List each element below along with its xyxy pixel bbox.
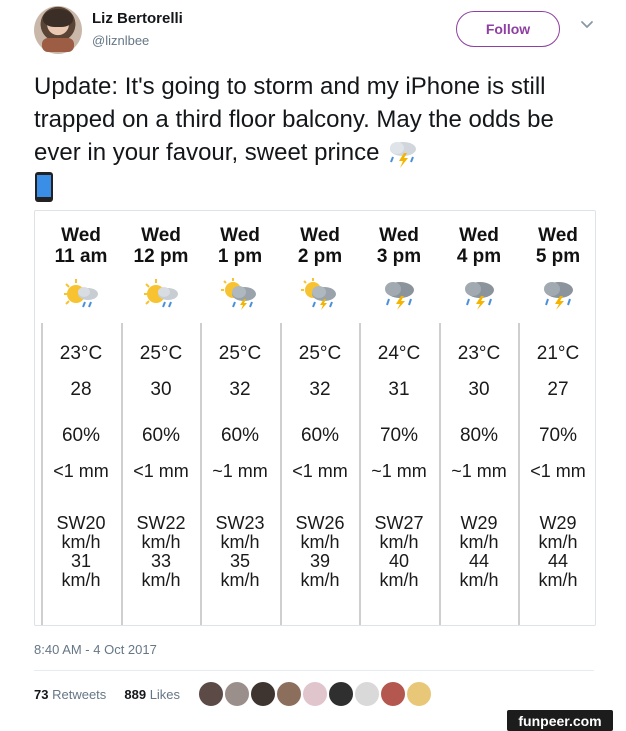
sun-storm-icon <box>300 277 340 311</box>
user-handle[interactable]: @liznlbee <box>92 33 149 48</box>
feels-like: 32 <box>309 379 331 400</box>
divider <box>34 670 594 671</box>
forecast-time: Wed 4 pm <box>456 225 502 267</box>
wind: SW23 km/h 35 km/h <box>215 513 265 590</box>
rain-amount: <1 mm <box>133 461 189 481</box>
forecast-column: Wed 3 pm 24°C 31 70% ~1 mm SW27 km/h 40 km/h <box>359 211 439 625</box>
wind: SW27 km/h 40 km/h <box>374 513 424 590</box>
rain-amount: <1 mm <box>53 461 109 481</box>
forecast-time: Wed 2 pm <box>297 225 343 267</box>
feels-like: 30 <box>468 379 490 400</box>
tweet-timestamp[interactable]: 8:40 AM - 4 Oct 2017 <box>34 642 157 657</box>
mobile-phone-icon <box>35 171 53 202</box>
precipitation-chance: 80% <box>459 425 499 446</box>
sun-storm-icon <box>220 277 260 311</box>
liker-avatar[interactable] <box>380 681 406 707</box>
forecast-column: Wed 11 am 23°C 28 60% <1 mm SW20 km/h 31 km/h <box>41 211 121 625</box>
tweet-stats: 73 Retweets 889 Likes <box>34 687 180 702</box>
cloud-lightning-rain-icon <box>390 141 417 168</box>
sun-rain-icon <box>61 277 101 311</box>
likes-count[interactable]: 889 <box>124 687 146 702</box>
temperature: 25°C <box>139 343 183 364</box>
precipitation-chance: 60% <box>300 425 340 446</box>
rain-amount: ~1 mm <box>451 461 507 481</box>
retweets-label[interactable]: Retweets <box>52 687 106 702</box>
forecast-time: Wed 3 pm <box>376 225 422 267</box>
temperature: 25°C <box>218 343 262 364</box>
forecast-image: Wed 11 am 23°C 28 60% <1 mm SW20 km/h 31 km/h Wed 1… <box>34 210 596 626</box>
avatar[interactable] <box>34 6 82 54</box>
feels-like: 30 <box>150 379 172 400</box>
chevron-down-icon[interactable] <box>580 18 594 32</box>
precipitation-chance: 60% <box>220 425 260 446</box>
storm-icon <box>379 277 419 311</box>
temperature: 23°C <box>457 343 501 364</box>
feels-like: 27 <box>547 379 569 400</box>
precipitation-chance: 60% <box>141 425 181 446</box>
forecast-column: Wed 1 pm 25°C 32 60% ~1 mm SW23 km/h 35 km/h <box>200 211 280 625</box>
liker-avatar[interactable] <box>276 681 302 707</box>
user-name[interactable]: Liz Bertorelli <box>92 10 183 27</box>
wind: SW20 km/h 31 km/h <box>56 513 106 590</box>
temperature: 24°C <box>377 343 421 364</box>
precipitation-chance: 70% <box>538 425 578 446</box>
liker-avatar[interactable] <box>328 681 354 707</box>
rain-amount: ~1 mm <box>212 461 268 481</box>
rain-amount: ~1 mm <box>371 461 427 481</box>
follow-button[interactable]: Follow <box>456 11 560 47</box>
wind: SW26 km/h 39 km/h <box>295 513 345 590</box>
tweet-body: Update: It's going to storm and my iPhon… <box>34 73 554 166</box>
watermark: funpeer.com <box>507 710 613 731</box>
forecast-time: Wed 1 pm <box>217 225 263 267</box>
forecast-column: Wed 12 pm 25°C 30 60% <1 mm SW22 km/h 33 km/h <box>121 211 201 625</box>
precipitation-chance: 70% <box>379 425 419 446</box>
temperature: 25°C <box>298 343 342 364</box>
liker-avatar[interactable] <box>406 681 432 707</box>
feels-like: 32 <box>229 379 251 400</box>
forecast-column: Wed 4 pm 23°C 30 80% ~1 mm W29 km/h 44 km/h <box>439 211 519 625</box>
liker-avatar[interactable] <box>250 681 276 707</box>
rain-amount: <1 mm <box>292 461 348 481</box>
sun-rain-icon <box>141 277 181 311</box>
forecast-column: Wed 2 pm 25°C 32 60% <1 mm SW26 km/h 39 km/h <box>280 211 360 625</box>
retweets-count[interactable]: 73 <box>34 687 48 702</box>
storm-icon <box>459 277 499 311</box>
feels-like: 31 <box>388 379 410 400</box>
rain-amount: <1 mm <box>530 461 586 481</box>
wind: W29 km/h 44 km/h <box>459 513 499 590</box>
forecast-column: Wed 5 pm 21°C 27 70% <1 mm W29 km/h 44 km/h <box>518 211 598 625</box>
liker-avatar[interactable] <box>198 681 224 707</box>
forecast-time: Wed 11 am <box>54 225 108 267</box>
liker-avatar[interactable] <box>224 681 250 707</box>
precipitation-chance: 60% <box>61 425 101 446</box>
wind: SW22 km/h 33 km/h <box>136 513 186 590</box>
storm-icon <box>538 277 578 311</box>
forecast-time: Wed 5 pm <box>535 225 581 267</box>
feels-like: 28 <box>70 379 92 400</box>
tweet-header: Liz Bertorelli @liznlbee Follow <box>34 6 604 56</box>
forecast-time: Wed 12 pm <box>133 225 189 267</box>
liker-avatar[interactable] <box>354 681 380 707</box>
liker-avatar[interactable] <box>302 681 328 707</box>
tweet-text: Update: It's going to storm and my iPhon… <box>34 70 600 203</box>
temperature: 23°C <box>59 343 103 364</box>
wind: W29 km/h 44 km/h <box>538 513 578 590</box>
likes-label[interactable]: Likes <box>150 687 180 702</box>
temperature: 21°C <box>536 343 580 364</box>
